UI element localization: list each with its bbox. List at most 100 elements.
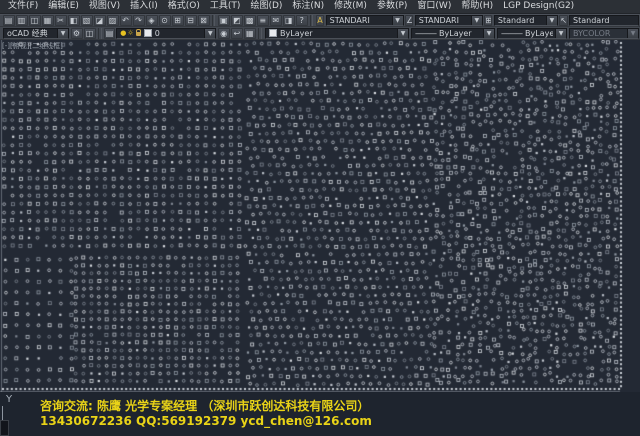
redo-icon[interactable]: ↷ bbox=[133, 15, 145, 26]
save-icon[interactable]: ▤ bbox=[3, 15, 15, 26]
lineweight-combo[interactable]: ——— ByLayer ▼ bbox=[497, 28, 567, 39]
contact-banner: Y 咨询交流: 陈鹰 光学专案经理 （深圳市跃创达科技有限公司） 1343067… bbox=[0, 392, 640, 436]
make-layer-current-icon[interactable]: ◉ bbox=[218, 28, 230, 39]
layers-properties-toolbar: oCAD 经典 ▼ ⚙◫ ▤ ● ☼ 0 ▼ ◉↩▦ ByLayer ▼ ———… bbox=[0, 27, 640, 40]
menu-help[interactable]: 帮助(H) bbox=[456, 0, 498, 13]
layer-tools-icon-group: ◉↩▦ bbox=[217, 27, 256, 40]
color-value: ByLayer bbox=[280, 29, 395, 38]
layer-states-icon[interactable]: ▦ bbox=[244, 28, 256, 39]
plotstyle-combo: BYCOLOR ▼ bbox=[569, 28, 639, 39]
quickcalc-icon[interactable]: ◨ bbox=[283, 15, 295, 26]
drawing-canvas[interactable] bbox=[0, 40, 640, 392]
palette-icon-group: ▣◩▩≡✉◨? bbox=[217, 14, 308, 27]
toolbar-separator bbox=[258, 28, 262, 39]
mleader-style-combo[interactable]: Standard bbox=[569, 15, 639, 26]
menu-modify[interactable]: 修改(M) bbox=[329, 0, 372, 13]
sheet-set-manager-icon[interactable]: ≡ bbox=[257, 15, 269, 26]
menu-draw[interactable]: 绘图(D) bbox=[245, 0, 287, 13]
pan-icon[interactable]: ◈ bbox=[146, 15, 158, 26]
ucs-y-axis-label: Y bbox=[6, 394, 12, 405]
chevron-down-icon[interactable]: ▼ bbox=[471, 16, 482, 25]
dim-style-value: STANDARI bbox=[419, 16, 469, 25]
layer-lock-icon[interactable] bbox=[136, 32, 141, 36]
lineweight-sample-icon: ——— bbox=[501, 29, 522, 38]
standard-icon-group: ▤▥◫▦✂◧▧◪▨↶↷◈⊙⊞⊟⊠ bbox=[2, 14, 210, 27]
menu-dimension[interactable]: 标注(N) bbox=[287, 0, 329, 13]
layer-combo[interactable]: ● ☼ 0 ▼ bbox=[116, 28, 216, 39]
command-window-edge bbox=[0, 420, 9, 436]
menu-format[interactable]: 格式(O) bbox=[163, 0, 205, 13]
toolbar-separator bbox=[212, 15, 215, 26]
workspace-value: oCAD 经典 bbox=[7, 28, 55, 39]
banner-line2: 13430672236 QQ:569192379 ycd_chen@126.co… bbox=[40, 414, 372, 428]
banner-line1: 咨询交流: 陈鹰 光学专案经理 （深圳市跃创达科技有限公司） bbox=[40, 397, 369, 414]
properties-palette-icon[interactable]: ▣ bbox=[218, 15, 230, 26]
dim-style-combo[interactable]: STANDARI ▼ bbox=[415, 15, 483, 26]
color-swatch bbox=[269, 29, 277, 37]
plot-preview-icon[interactable]: ◫ bbox=[29, 15, 41, 26]
menu-bar: 文件(F) 编辑(E) 视图(V) 插入(I) 格式(O) 工具(T) 绘图(D… bbox=[0, 0, 640, 14]
table-style-icon[interactable]: ⊞ bbox=[484, 15, 492, 26]
workspace-icon-group: ⚙◫ bbox=[70, 27, 96, 40]
chevron-down-icon[interactable]: ▼ bbox=[483, 29, 494, 38]
plotstyle-value: BYCOLOR bbox=[573, 29, 625, 38]
dim-style-icon[interactable]: ∠ bbox=[405, 15, 413, 26]
publish-icon[interactable]: ▦ bbox=[42, 15, 54, 26]
menu-file[interactable]: 文件(F) bbox=[3, 0, 43, 13]
tool-palettes-icon[interactable]: ▩ bbox=[244, 15, 256, 26]
menu-view[interactable]: 视图(V) bbox=[84, 0, 125, 13]
color-combo[interactable]: ByLayer ▼ bbox=[265, 28, 409, 39]
chevron-down-icon[interactable]: ▼ bbox=[204, 29, 215, 38]
mleader-style-value: Standard bbox=[573, 16, 638, 25]
mleader-style-icon[interactable]: ↖ bbox=[559, 15, 567, 26]
menu-tools[interactable]: 工具(T) bbox=[205, 0, 246, 13]
autocad-window: 文件(F) 编辑(E) 视图(V) 插入(I) 格式(O) 工具(T) 绘图(D… bbox=[0, 0, 640, 436]
layer-properties-icon[interactable]: ▤ bbox=[104, 28, 115, 39]
zoom-realtime-icon[interactable]: ⊙ bbox=[159, 15, 171, 26]
layer-on-icon[interactable]: ● bbox=[120, 29, 126, 37]
plot-icon[interactable]: ▥ bbox=[16, 15, 28, 26]
lineweight-value: ByLayer bbox=[525, 29, 553, 38]
linetype-combo[interactable]: ——— ByLayer ▼ bbox=[411, 28, 495, 39]
text-style-value: STANDARI bbox=[330, 16, 390, 25]
layer-freeze-icon[interactable]: ☼ bbox=[127, 29, 133, 37]
layer-previous-icon[interactable]: ↩ bbox=[231, 28, 243, 39]
zoom-window-icon[interactable]: ⊞ bbox=[172, 15, 184, 26]
menu-lgp-design[interactable]: LGP Design(G2) bbox=[498, 0, 579, 13]
undo-icon[interactable]: ↶ bbox=[120, 15, 132, 26]
match-properties-icon[interactable]: ◪ bbox=[94, 15, 106, 26]
zoom-extents-icon[interactable]: ⊠ bbox=[198, 15, 210, 26]
menu-parametric[interactable]: 参数(P) bbox=[372, 0, 412, 13]
menu-window[interactable]: 窗口(W) bbox=[412, 0, 456, 13]
table-style-value: Standard bbox=[498, 16, 544, 25]
table-style-combo[interactable]: Standard ▼ bbox=[494, 15, 558, 26]
markup-set-manager-icon[interactable]: ✉ bbox=[270, 15, 282, 26]
toolbar-separator bbox=[98, 28, 102, 39]
chevron-down-icon[interactable]: ▼ bbox=[555, 29, 566, 38]
chevron-down-icon[interactable]: ▼ bbox=[397, 29, 408, 38]
block-editor-icon[interactable]: ▨ bbox=[107, 15, 119, 26]
workspace-save-icon[interactable]: ◫ bbox=[84, 28, 96, 39]
copy-icon[interactable]: ◧ bbox=[68, 15, 80, 26]
workspace-combo[interactable]: oCAD 经典 ▼ bbox=[3, 28, 69, 39]
chevron-down-icon[interactable]: ▼ bbox=[546, 16, 557, 25]
standard-toolbar: ▤▥◫▦✂◧▧◪▨↶↷◈⊙⊞⊟⊠ ▣◩▩≡✉◨? A STANDARI ▼ ∠ … bbox=[0, 14, 640, 27]
model-space: [-][俯视][二维线框] bbox=[0, 40, 640, 392]
chevron-down-icon[interactable]: ▼ bbox=[57, 29, 68, 38]
linetype-value: ByLayer bbox=[439, 29, 481, 38]
chevron-down-icon: ▼ bbox=[627, 29, 638, 38]
menu-insert[interactable]: 插入(I) bbox=[125, 0, 163, 13]
workspace-settings-icon[interactable]: ⚙ bbox=[71, 28, 83, 39]
designcenter-icon[interactable]: ◩ bbox=[231, 15, 243, 26]
chevron-down-icon[interactable]: ▼ bbox=[392, 16, 403, 25]
layer-color-swatch bbox=[144, 29, 152, 37]
zoom-previous-icon[interactable]: ⊟ bbox=[185, 15, 197, 26]
cut-icon[interactable]: ✂ bbox=[55, 15, 67, 26]
text-style-combo[interactable]: STANDARI ▼ bbox=[326, 15, 404, 26]
text-style-icon[interactable]: A bbox=[316, 15, 324, 26]
help-icon[interactable]: ? bbox=[296, 15, 308, 26]
layer-name-value: 0 bbox=[155, 29, 203, 38]
menu-edit[interactable]: 编辑(E) bbox=[43, 0, 84, 13]
viewport-controls-label[interactable]: [-][俯视][二维线框] bbox=[2, 41, 63, 51]
paste-icon[interactable]: ▧ bbox=[81, 15, 93, 26]
